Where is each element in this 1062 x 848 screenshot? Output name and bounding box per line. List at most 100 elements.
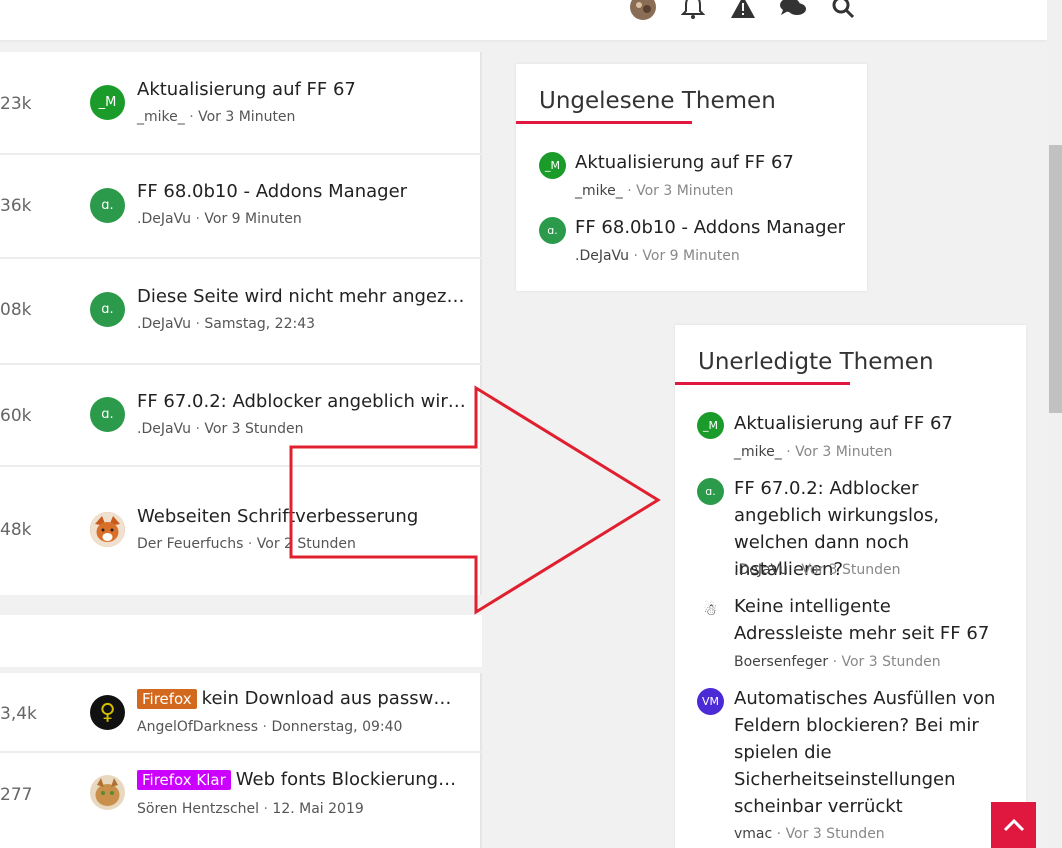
thread-author[interactable]: .DeJaVu <box>137 316 191 332</box>
bell-icon[interactable] <box>676 0 710 22</box>
thread-author[interactable]: .DeJaVu <box>575 248 629 264</box>
thread-meta: .DeJaVu · Vor 3 Stunden <box>137 421 304 437</box>
meta-separator: · <box>247 536 253 552</box>
widget-title-underline <box>516 121 692 124</box>
thread-meta: .DeJaVu · Vor 9 Minuten <box>575 248 740 264</box>
avatar[interactable]: ɑ. <box>90 292 125 327</box>
unread-threads-widget: Ungelesene Themen _M Aktualisierung auf … <box>516 64 867 291</box>
thread-meta: .DeJaVu · Samstag, 22:43 <box>137 316 315 332</box>
widget-title: Ungelesene Themen <box>539 88 776 114</box>
avatar-symbol: ♀ <box>99 700 116 725</box>
scroll-to-top-button[interactable] <box>991 802 1036 848</box>
thread-author[interactable]: AngelOfDarkness <box>137 719 258 735</box>
meta-separator: · <box>627 183 632 199</box>
thread-time[interactable]: Vor 3 Minuten <box>198 109 295 125</box>
section-divider <box>0 615 482 667</box>
thread-list-secondary: 3,4k ♀ Firefox kein Download aus passwort… <box>0 673 482 848</box>
avatar[interactable]: _M <box>90 85 125 120</box>
thread-link[interactable]: Aktualisierung auf FF 67 <box>575 149 855 176</box>
thread-author[interactable]: .DeJaVu <box>137 421 191 437</box>
view-count: 08k <box>0 300 32 320</box>
scrollbar-thumb[interactable] <box>1049 145 1062 413</box>
thread-time[interactable]: Vor 3 Minuten <box>636 183 733 199</box>
chevron-up-icon <box>1003 818 1024 832</box>
thread-time[interactable]: Vor 3 Stunden <box>841 654 940 670</box>
thread-time[interactable]: 12. Mai 2019 <box>272 801 363 817</box>
unresolved-threads-widget: Unerledigte Themen _M Aktualisierung auf… <box>675 325 1026 848</box>
thread-meta: vmac · Vor 3 Stunden <box>734 826 885 842</box>
thread-meta: _mike_ · Vor 3 Minuten <box>575 183 733 199</box>
avatar[interactable]: ɑ. <box>697 478 724 505</box>
thread-row[interactable]: 08k ɑ. Diese Seite wird nicht mehr angez… <box>0 259 482 365</box>
widget-title: Unerledigte Themen <box>698 349 934 375</box>
view-count: 3,4k <box>0 704 37 724</box>
thread-author[interactable]: Der Feuerfuchs <box>137 536 243 552</box>
thread-author[interactable]: Sören Hentzschel <box>137 801 259 817</box>
view-count: 23k <box>0 94 32 114</box>
thread-row[interactable]: 277 Firefox Klar Web fonts Blockierung be… <box>0 753 482 835</box>
user-avatar[interactable] <box>626 0 660 22</box>
thread-time[interactable]: Vor 9 Minuten <box>204 211 301 227</box>
thread-link[interactable]: Automatisches Ausfüllen von Feldern bloc… <box>734 685 1004 820</box>
thread-title[interactable]: Firefoxkein Download aus passwortgeschüt… <box>137 688 459 709</box>
meta-separator: · <box>786 444 791 460</box>
scrollbar-track[interactable] <box>1047 0 1062 848</box>
warning-icon[interactable] <box>726 0 760 22</box>
avatar[interactable] <box>90 775 125 810</box>
thread-author[interactable]: _mike_ <box>137 109 185 125</box>
prefix-tag[interactable]: Firefox Klar <box>137 770 231 790</box>
thread-author[interactable]: _mike_ <box>734 444 782 460</box>
thread-link[interactable]: FF 68.0b10 - Addons Manager <box>575 214 855 241</box>
thread-author[interactable]: Boersenfeger <box>734 654 828 670</box>
thread-author[interactable]: .DeJaVu <box>734 562 788 578</box>
thread-time[interactable]: Donnerstag, 09:40 <box>271 719 402 735</box>
top-navigation-bar <box>0 0 1047 40</box>
widget-title-underline <box>675 382 850 385</box>
thread-meta: _mike_ · Vor 3 Minuten <box>137 109 295 125</box>
thread-meta: _mike_ · Vor 3 Minuten <box>734 444 892 460</box>
thread-time[interactable]: Samstag, 22:43 <box>204 316 315 332</box>
thread-row[interactable]: 36k ɑ. FF 68.0b10 - Addons Manager .DeJa… <box>0 155 482 259</box>
annotation-arrow <box>289 385 661 615</box>
thread-row[interactable]: 3,4k ♀ Firefox kein Download aus passwort… <box>0 673 482 753</box>
meta-separator: · <box>633 248 638 264</box>
thread-title-text[interactable]: Web fonts Blockierung bei <box>236 769 459 790</box>
prefix-tag[interactable]: Firefox <box>137 689 197 709</box>
avatar[interactable]: _M <box>539 152 566 179</box>
thread-time[interactable]: Vor 3 Minuten <box>795 444 892 460</box>
search-icon[interactable] <box>826 0 860 22</box>
view-count: 60k <box>0 406 32 426</box>
avatar[interactable]: ɑ. <box>90 188 125 223</box>
meta-separator: · <box>776 826 782 842</box>
thread-link[interactable]: Keine intelligente Adressleiste mehr sei… <box>734 593 1004 647</box>
thread-row[interactable]: 23k _M Aktualisierung auf FF 67 _mike_ ·… <box>0 52 482 155</box>
avatar[interactable]: ☃ <box>697 596 724 623</box>
chat-icon[interactable] <box>776 0 810 22</box>
thread-author[interactable]: vmac <box>734 826 772 842</box>
thread-time[interactable]: Vor 3 Stunden <box>786 826 885 842</box>
thread-time[interactable]: Vor 9 Minuten <box>642 248 739 264</box>
header-icon-group <box>626 0 876 22</box>
meta-separator: · <box>195 421 200 437</box>
thread-title[interactable]: Aktualisierung auf FF 67 <box>137 79 467 100</box>
avatar[interactable] <box>90 512 125 547</box>
view-count: 36k <box>0 196 32 216</box>
thread-meta: AngelOfDarkness · Donnerstag, 09:40 <box>137 719 402 735</box>
avatar[interactable]: ♀ <box>90 695 125 730</box>
thread-author[interactable]: .DeJaVu <box>137 211 191 227</box>
view-count: 277 <box>0 785 33 805</box>
avatar[interactable]: ɑ. <box>90 397 125 432</box>
meta-separator: · <box>832 654 838 670</box>
avatar[interactable]: _M <box>697 412 724 439</box>
avatar[interactable]: VM <box>697 688 724 715</box>
thread-title[interactable]: Firefox Klar Web fonts Blockierung bei <box>137 769 459 790</box>
thread-title[interactable]: Diese Seite wird nicht mehr angezeigt <box>137 286 467 307</box>
thread-meta: Sören Hentzschel · 12. Mai 2019 <box>137 801 364 817</box>
meta-separator: · <box>263 801 268 817</box>
thread-author[interactable]: _mike_ <box>575 183 623 199</box>
thread-title-text[interactable]: kein Download aus passwortgeschützten <box>202 688 459 709</box>
thread-title[interactable]: FF 68.0b10 - Addons Manager <box>137 181 467 202</box>
avatar[interactable]: ɑ. <box>539 217 566 244</box>
thread-link[interactable]: Aktualisierung auf FF 67 <box>734 410 1004 437</box>
thread-time[interactable]: Vor 3 Stunden <box>801 562 900 578</box>
